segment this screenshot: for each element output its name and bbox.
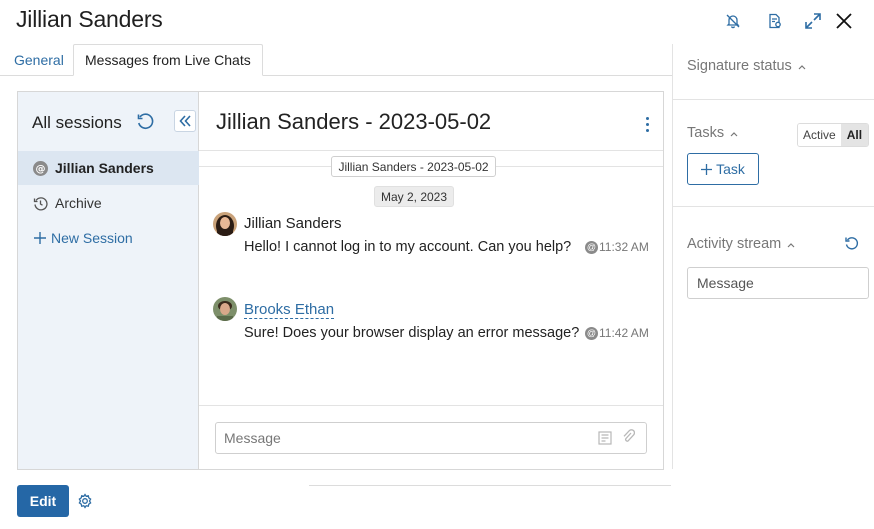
- session-item-archive[interactable]: Archive: [18, 186, 199, 220]
- add-task-label: Task: [716, 161, 745, 177]
- message-author-link[interactable]: Brooks Ethan: [244, 302, 335, 319]
- signature-status-label: Signature status: [687, 58, 792, 74]
- message-time-label: 11:32 AM: [599, 240, 649, 254]
- at-icon: @: [32, 160, 48, 176]
- refresh-sessions-icon[interactable]: [136, 112, 156, 132]
- tasks-toggle[interactable]: Tasks: [687, 125, 738, 141]
- message-input-placeholder: Message: [224, 430, 281, 446]
- plus-icon: [701, 163, 713, 175]
- panel-divider: [672, 44, 673, 469]
- signature-status-toggle[interactable]: Signature status: [687, 58, 806, 74]
- at-icon: @: [585, 326, 598, 340]
- gear-icon[interactable]: [77, 493, 93, 509]
- tasks-label: Tasks: [687, 125, 725, 141]
- document-settings-icon[interactable]: [764, 10, 786, 32]
- page-title: Jillian Sanders: [16, 6, 163, 32]
- session-pill: Jillian Sanders - 2023-05-02: [331, 156, 496, 177]
- double-chevron-left-icon: [179, 115, 191, 127]
- message-time: @11:32 AM: [585, 240, 649, 254]
- message-input[interactable]: Message: [215, 422, 647, 454]
- date-pill: May 2, 2023: [374, 186, 454, 207]
- new-session-button[interactable]: New Session: [18, 221, 199, 255]
- conversation-divider: [199, 150, 663, 151]
- attachment-icon[interactable]: [621, 428, 636, 444]
- tasks-filter: Active All: [797, 123, 869, 147]
- message-author: Jillian Sanders: [244, 215, 342, 232]
- refresh-activity-icon[interactable]: [844, 236, 860, 252]
- activity-input-placeholder: Message: [697, 275, 754, 291]
- template-icon[interactable]: [598, 431, 612, 445]
- more-options-icon[interactable]: [637, 114, 657, 134]
- message-text: Sure! Does your browser display an error…: [244, 325, 580, 341]
- chevron-up-icon: [787, 236, 795, 252]
- add-task-button[interactable]: Task: [687, 153, 759, 185]
- right-panel-divider: [673, 206, 874, 207]
- activity-message-input[interactable]: Message: [687, 267, 869, 299]
- session-item-jillian-sanders[interactable]: @ Jillian Sanders: [18, 151, 199, 185]
- conversation-title: Jillian Sanders - 2023-05-02: [216, 109, 492, 134]
- compose-divider: [199, 405, 663, 406]
- activity-stream-label: Activity stream: [687, 236, 782, 252]
- right-panel-divider: [673, 99, 874, 100]
- tab-general[interactable]: General: [3, 44, 75, 76]
- new-session-label: New Session: [51, 230, 133, 246]
- sessions-title: All sessions: [32, 113, 122, 132]
- svg-text:@: @: [35, 164, 45, 175]
- chevron-up-icon: [798, 58, 806, 74]
- session-item-label: Jillian Sanders: [55, 160, 154, 176]
- plus-icon: [32, 230, 48, 246]
- collapse-sidebar-button[interactable]: [174, 110, 196, 132]
- message-time: @11:42 AM: [585, 326, 649, 340]
- footer-divider: [309, 485, 671, 486]
- avatar: [213, 212, 237, 236]
- avatar: [213, 297, 237, 321]
- expand-icon[interactable]: [802, 10, 824, 32]
- activity-stream-toggle[interactable]: Activity stream: [687, 236, 795, 252]
- bell-off-icon[interactable]: [722, 10, 744, 32]
- close-icon[interactable]: [833, 10, 855, 32]
- message-text: Hello! I cannot log in to my account. Ca…: [244, 239, 572, 255]
- session-item-label: Archive: [55, 195, 102, 211]
- message-time-label: 11:42 AM: [599, 326, 649, 340]
- edit-button[interactable]: Edit: [17, 485, 69, 517]
- filter-active-button[interactable]: Active: [798, 124, 841, 146]
- chevron-up-icon: [730, 125, 738, 141]
- tab-messages-from-live-chats[interactable]: Messages from Live Chats: [73, 44, 263, 76]
- filter-all-button[interactable]: All: [840, 124, 868, 146]
- at-icon: @: [585, 240, 598, 254]
- history-icon: [32, 195, 48, 211]
- sessions-sidebar: [18, 92, 199, 469]
